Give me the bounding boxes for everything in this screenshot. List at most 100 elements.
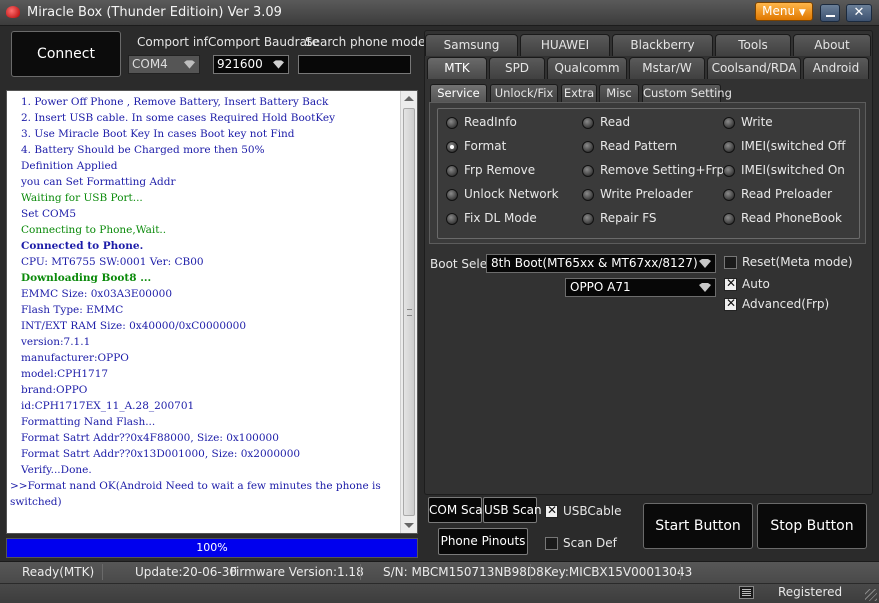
radio-button-icon[interactable]	[446, 213, 458, 225]
phone-pinouts-button[interactable]: Phone Pinouts	[438, 528, 528, 555]
miracle-box-logo-icon	[6, 6, 20, 18]
search-phone-model-input[interactable]	[298, 55, 411, 74]
radio-button-icon[interactable]	[446, 117, 458, 129]
tab-mtk[interactable]: MTK	[427, 57, 487, 79]
radio-button-icon[interactable]	[723, 165, 735, 177]
service-option-imei-switched-off[interactable]: IMEI(switched Off	[723, 139, 853, 155]
scroll-down-arrow-icon[interactable]	[404, 523, 414, 528]
status-update: Update:20-06-30	[135, 565, 237, 579]
service-option-read-preloader[interactable]: Read Preloader	[723, 187, 853, 203]
service-option-fix-dl-mode[interactable]: Fix DL Mode	[446, 211, 576, 227]
close-button[interactable]: ✕	[846, 4, 872, 22]
log-line: CPU: MT6755 SW:0001 Ver: CB00	[21, 256, 204, 268]
status-firmware: Firmware Version:1.18	[230, 565, 364, 579]
tab-about[interactable]: About	[793, 34, 871, 56]
subtab-service[interactable]: Service	[430, 84, 487, 102]
log-line: Definition Applied	[21, 160, 118, 172]
tab-qualcomm[interactable]: Qualcomm	[547, 57, 627, 79]
service-option-label: IMEI(switched On	[741, 163, 845, 177]
log-line: EMMC Size: 0x03A3E00000	[21, 288, 173, 300]
subtab-unlock-fix[interactable]: Unlock/Fix	[490, 84, 558, 102]
resize-grip-icon[interactable]	[865, 589, 877, 601]
minimize-button[interactable]	[820, 4, 840, 22]
subtab-misc[interactable]: Misc	[599, 84, 639, 102]
usb-cable-checkbox[interactable]	[545, 503, 558, 518]
comport-select[interactable]: COM4	[128, 55, 200, 74]
tab-tools[interactable]: Tools	[715, 34, 791, 56]
boot-select-value: 8th Boot(MT65xx & MT67xx/8127)	[491, 256, 698, 270]
radio-button-icon[interactable]	[582, 141, 594, 153]
radio-button-icon[interactable]	[582, 189, 594, 201]
subtab-extra[interactable]: Extra	[561, 84, 597, 102]
boot-select[interactable]: 8th Boot(MT65xx & MT67xx/8127)	[486, 254, 716, 273]
advanced-frp-label: Advanced(Frp)	[742, 297, 830, 311]
stop-button[interactable]: Stop Button	[757, 503, 867, 549]
diamond-dropdown-icon	[699, 259, 711, 268]
usb-scan-button[interactable]: USB Scan	[483, 497, 542, 523]
radio-button-icon[interactable]	[446, 189, 458, 201]
status-bar: Ready(MTK) Update:20-06-30 Firmware Vers…	[0, 561, 879, 603]
status-state: Ready(MTK)	[22, 565, 95, 579]
radio-button-icon[interactable]	[582, 117, 594, 129]
service-option-format[interactable]: Format	[446, 139, 576, 155]
tab-huawei[interactable]: HUAWEI	[520, 34, 610, 56]
log-line: Waiting for USB Port...	[21, 192, 143, 204]
log-line: 1. Power Off Phone , Remove Battery, Ins…	[21, 96, 329, 108]
radio-button-icon[interactable]	[446, 165, 458, 177]
service-option-read[interactable]: Read	[582, 115, 712, 131]
tab-spd[interactable]: SPD	[489, 57, 545, 79]
service-option-unlock-network[interactable]: Unlock Network	[446, 187, 576, 203]
diamond-dropdown-icon	[184, 60, 195, 69]
service-option-write[interactable]: Write	[723, 115, 853, 131]
log-line: INT/EXT RAM Size: 0x40000/0xC0000000	[21, 320, 247, 332]
radio-button-icon[interactable]	[723, 213, 735, 225]
radio-button-icon[interactable]	[723, 189, 735, 201]
service-option-label: Format	[464, 139, 507, 153]
tab-mstar-w[interactable]: Mstar/W	[629, 57, 705, 79]
service-option-label: Read PhoneBook	[741, 211, 843, 225]
service-option-frp-remove[interactable]: Frp Remove	[446, 163, 576, 179]
subtab-custom-setting[interactable]: Custom Setting	[642, 84, 732, 102]
auto-checkbox[interactable]	[724, 276, 737, 291]
tab-blackberry[interactable]: Blackberry	[612, 34, 713, 56]
scan-def-label: Scan Def	[563, 536, 617, 550]
service-option-readinfo[interactable]: ReadInfo	[446, 115, 576, 131]
advanced-frp-checkbox[interactable]	[724, 296, 737, 311]
menu-button[interactable]: Menu ▼	[755, 2, 813, 21]
reset-meta-mode-checkbox[interactable]	[724, 256, 737, 269]
log-line: Set COM5	[21, 208, 77, 220]
phone-model-select[interactable]: OPPO A71	[565, 278, 716, 297]
service-option-remove-setting-frp[interactable]: Remove Setting+Frp	[582, 163, 724, 179]
radio-button-icon[interactable]	[582, 165, 594, 177]
progress-label: 100%	[196, 541, 228, 554]
tab-coolsand-rda[interactable]: Coolsand/RDA	[707, 57, 801, 79]
scroll-up-arrow-icon[interactable]	[404, 96, 414, 101]
service-option-write-preloader[interactable]: Write Preloader	[582, 187, 712, 203]
scan-def-checkbox[interactable]	[545, 537, 558, 550]
log-line: Downloading Boot8 ...	[21, 272, 152, 284]
start-button[interactable]: Start Button	[643, 503, 753, 549]
connect-button[interactable]: Connect Button	[11, 31, 121, 106]
log-panel[interactable]: 1. Power Off Phone , Remove Battery, Ins…	[6, 90, 418, 534]
com-scan-button[interactable]: COM Scan	[428, 497, 490, 523]
service-option-label: Write	[741, 115, 773, 129]
radio-button-icon[interactable]	[582, 213, 594, 225]
service-option-label: Read	[600, 115, 631, 129]
radio-button-icon[interactable]	[723, 141, 735, 153]
service-option-imei-switched-on[interactable]: IMEI(switched On	[723, 163, 853, 179]
progress-bar: 100%	[6, 538, 418, 558]
log-line: 4. Battery Should be Charged more then 5…	[21, 144, 265, 156]
log-line: id:CPH1717EX_11_A.28_200701	[21, 400, 195, 412]
service-option-read-pattern[interactable]: Read Pattern	[582, 139, 712, 155]
log-line: you can Set Formatting Addr	[21, 176, 176, 188]
baudrate-select[interactable]: 921600	[213, 55, 289, 74]
service-option-read-phonebook[interactable]: Read PhoneBook	[723, 211, 853, 227]
scroll-thumb[interactable]	[403, 108, 415, 516]
tab-android[interactable]: Android	[803, 57, 869, 79]
radio-button-icon[interactable]	[446, 141, 458, 153]
log-scrollbar[interactable]	[400, 91, 417, 533]
radio-button-icon[interactable]	[723, 117, 735, 129]
reset-meta-mode-label: Reset(Meta mode)	[742, 255, 853, 269]
tab-samsung[interactable]: Samsung	[425, 34, 518, 56]
service-option-repair-fs[interactable]: Repair FS	[582, 211, 712, 227]
